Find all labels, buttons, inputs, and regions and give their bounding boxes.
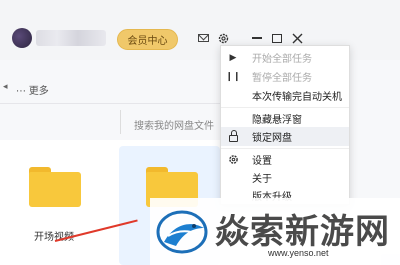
menu-item-hide-float[interactable]: 隐藏悬浮窗 bbox=[221, 109, 349, 128]
watermark-url: www.yenso.net bbox=[268, 248, 329, 258]
menu-divider bbox=[221, 148, 349, 149]
vip-center-button[interactable]: 会员中心 bbox=[117, 29, 178, 50]
ellipsis-icon: ⋯ bbox=[16, 86, 29, 97]
menu-item-settings[interactable]: 设置 bbox=[221, 150, 349, 169]
minimize-icon[interactable] bbox=[250, 31, 264, 45]
menu-item-about[interactable]: 关于 bbox=[221, 168, 349, 187]
mail-icon[interactable] bbox=[196, 31, 210, 45]
menu-item-lock[interactable]: 锁定网盘 bbox=[221, 127, 349, 146]
blurred-username bbox=[36, 30, 106, 46]
close-icon[interactable] bbox=[290, 31, 304, 45]
menu-item-auto-shutdown[interactable]: 本次传输完自动关机 bbox=[221, 86, 349, 105]
gear-icon bbox=[227, 154, 239, 166]
watermark-logo-icon bbox=[156, 210, 208, 254]
menu-item-pause-all[interactable]: ❙❙ 暂停全部任务 bbox=[221, 67, 349, 86]
maximize-icon[interactable] bbox=[270, 31, 284, 45]
menu-divider bbox=[221, 107, 349, 108]
settings-dropdown-menu: ▶ 开始全部任务 ❙❙ 暂停全部任务 本次传输完自动关机 隐藏悬浮窗 锁定网盘 … bbox=[220, 45, 350, 205]
more-button[interactable]: ⋯ 更多 bbox=[16, 82, 49, 97]
settings-gear-icon[interactable] bbox=[216, 31, 230, 45]
chevron-left-icon[interactable]: ◂ bbox=[3, 81, 8, 92]
watermark-title: 焱索新游网 bbox=[215, 212, 390, 252]
pause-icon: ❙❙ bbox=[225, 71, 241, 81]
lock-icon bbox=[227, 129, 239, 143]
more-label: 更多 bbox=[28, 86, 49, 97]
folder-icon[interactable] bbox=[29, 167, 81, 207]
play-icon: ▶ bbox=[229, 52, 237, 62]
menu-item-start-all[interactable]: ▶ 开始全部任务 bbox=[221, 48, 349, 67]
search-input-placeholder[interactable]: 搜索我的网盘文件 bbox=[134, 117, 214, 132]
toolbar-divider bbox=[0, 103, 220, 104]
avatar[interactable] bbox=[12, 28, 32, 48]
